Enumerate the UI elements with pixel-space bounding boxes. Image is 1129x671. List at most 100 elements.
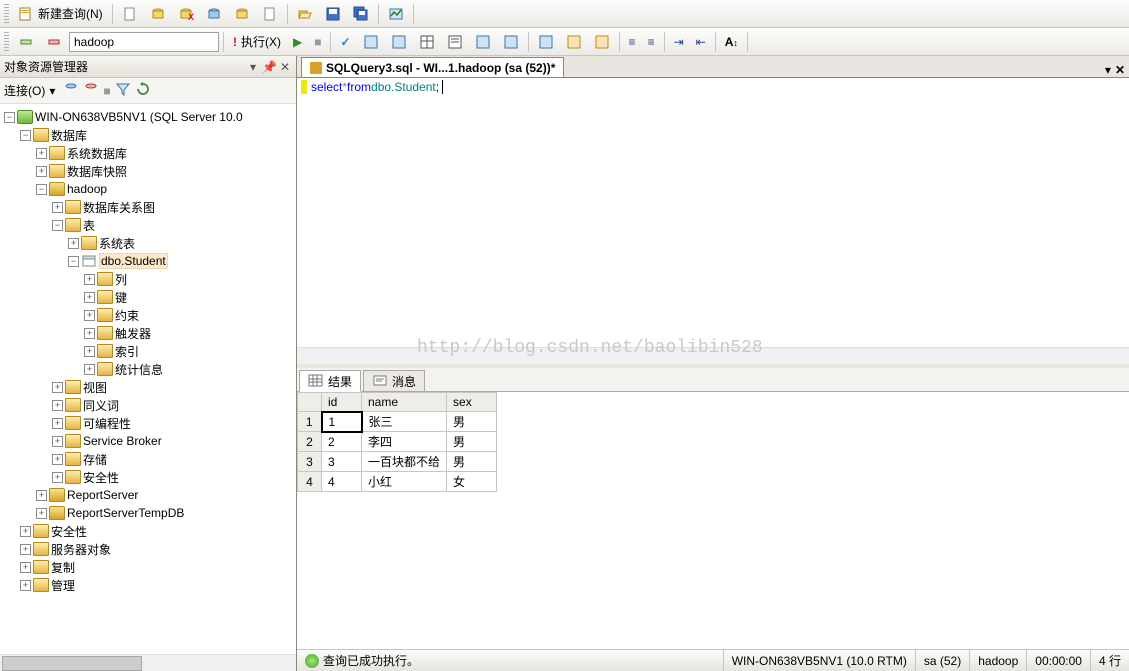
table-row[interactable]: 1 1 张三 男 (298, 412, 497, 432)
execute-button[interactable]: ! 执行(X) (228, 31, 286, 53)
row-number[interactable]: 3 (298, 452, 322, 472)
tb2-btn-8[interactable] (498, 31, 524, 53)
cell-name[interactable]: 李四 (362, 432, 447, 452)
expand-icon[interactable]: + (20, 526, 31, 537)
stats-node[interactable]: +统计信息 (82, 360, 294, 378)
collapse-icon[interactable]: − (20, 130, 31, 141)
constraints-node[interactable]: +约束 (82, 306, 294, 324)
cell-sex[interactable]: 男 (447, 452, 497, 472)
expand-icon[interactable]: + (52, 382, 63, 393)
expand-icon[interactable]: + (84, 274, 95, 285)
oe-btn-3[interactable]: ■ (103, 84, 110, 98)
replication-node[interactable]: +复制 (18, 558, 294, 576)
reportservertemp-node[interactable]: +ReportServerTempDB (34, 504, 294, 522)
oe-btn-5[interactable] (135, 81, 151, 100)
outdent-button[interactable]: ⇤ (691, 31, 711, 53)
uncomment-button[interactable]: ≡ (643, 31, 660, 53)
expand-icon[interactable]: + (36, 508, 47, 519)
oe-btn-2[interactable] (83, 81, 99, 100)
col-header-id[interactable]: id (322, 393, 362, 412)
expand-icon[interactable]: + (52, 202, 63, 213)
row-number[interactable]: 2 (298, 432, 322, 452)
expand-icon[interactable]: + (36, 148, 47, 159)
cell-name[interactable]: 一百块都不给 (362, 452, 447, 472)
expand-icon[interactable]: + (36, 490, 47, 501)
dbsnap-node[interactable]: +数据库快照 (34, 162, 294, 180)
collapse-icon[interactable]: − (68, 256, 79, 267)
pin-icon[interactable]: 📌 (262, 60, 276, 74)
expand-icon[interactable]: + (36, 166, 47, 177)
indexes-node[interactable]: +索引 (82, 342, 294, 360)
server-node[interactable]: −WIN-ON638VB5NV1 (SQL Server 10.0 (2, 108, 294, 126)
toolbar-grip[interactable] (4, 4, 9, 24)
tb2-btn-3[interactable] (358, 31, 384, 53)
student-table-node[interactable]: −dbo.Student (66, 252, 294, 270)
tb-btn-6[interactable] (257, 3, 283, 25)
collapse-icon[interactable]: − (4, 112, 15, 123)
tb-btn-5[interactable] (229, 3, 255, 25)
parse-button[interactable]: ✓ (335, 31, 355, 53)
management-node[interactable]: +管理 (18, 576, 294, 594)
specify-values-button[interactable]: A↕ (720, 31, 743, 53)
scrollbar-thumb[interactable] (2, 656, 142, 671)
collapse-icon[interactable]: − (52, 220, 63, 231)
servicebroker-node[interactable]: +Service Broker (50, 432, 294, 450)
systables-node[interactable]: +系统表 (66, 234, 294, 252)
comment-button[interactable]: ≡ (624, 31, 641, 53)
hadoop-db-node[interactable]: −hadoop (34, 180, 294, 198)
new-query-button[interactable]: 新建查询(N) (13, 3, 108, 25)
programmability-node[interactable]: +可编程性 (50, 414, 294, 432)
expand-icon[interactable]: + (52, 418, 63, 429)
cell-id[interactable]: 2 (322, 432, 362, 452)
databases-node[interactable]: −数据库 (18, 126, 294, 144)
synonyms-node[interactable]: +同义词 (50, 396, 294, 414)
expand-icon[interactable]: + (20, 562, 31, 573)
sql-editor[interactable]: select * from dbo.Student; http://blog.c… (297, 78, 1129, 368)
expand-icon[interactable]: + (68, 238, 79, 249)
tb2-btn-1[interactable] (13, 31, 39, 53)
expand-icon[interactable]: + (84, 346, 95, 357)
tb2-btn-11[interactable] (589, 31, 615, 53)
database-combo[interactable]: hadoop (69, 32, 219, 52)
results-grid[interactable]: id name sex 1 1 张三 男2 2 李四 男3 3 一百块都不给 男… (297, 392, 1129, 649)
table-row[interactable]: 2 2 李四 男 (298, 432, 497, 452)
cell-sex[interactable]: 男 (447, 412, 497, 432)
expand-icon[interactable]: + (84, 292, 95, 303)
connect-label[interactable]: 连接(O) (4, 82, 45, 99)
cell-id[interactable]: 4 (322, 472, 362, 492)
collapse-icon[interactable]: − (36, 184, 47, 195)
tab-dropdown-icon[interactable]: ▾ (1105, 63, 1111, 77)
security-db-node[interactable]: +安全性 (50, 468, 294, 486)
tab-close-icon[interactable]: ✕ (1115, 63, 1125, 77)
results-tab[interactable]: 结果 (299, 370, 361, 392)
views-node[interactable]: +视图 (50, 378, 294, 396)
serverobjects-node[interactable]: +服务器对象 (18, 540, 294, 558)
cell-id[interactable]: 3 (322, 452, 362, 472)
save-all-button[interactable] (348, 3, 374, 25)
row-number[interactable]: 4 (298, 472, 322, 492)
cell-sex[interactable]: 男 (447, 432, 497, 452)
tb-btn-3[interactable]: x (173, 3, 199, 25)
toolbar-grip-2[interactable] (4, 32, 9, 52)
col-header-sex[interactable]: sex (447, 393, 497, 412)
table-row[interactable]: 4 4 小红 女 (298, 472, 497, 492)
sysdb-node[interactable]: +系统数据库 (34, 144, 294, 162)
tb2-btn-4[interactable] (386, 31, 412, 53)
keys-node[interactable]: +键 (82, 288, 294, 306)
table-row[interactable]: 3 3 一百块都不给 男 (298, 452, 497, 472)
col-header-name[interactable]: name (362, 393, 447, 412)
tb-btn-2[interactable] (145, 3, 171, 25)
cell-id[interactable]: 1 (322, 412, 362, 432)
tb2-btn-9[interactable] (533, 31, 559, 53)
indent-button[interactable]: ⇥ (669, 31, 689, 53)
expand-icon[interactable]: + (84, 328, 95, 339)
expand-icon[interactable]: + (52, 400, 63, 411)
reportserver-node[interactable]: +ReportServer (34, 486, 294, 504)
explorer-h-scrollbar[interactable] (0, 654, 296, 671)
tb2-btn-6[interactable] (442, 31, 468, 53)
tb2-btn-5[interactable] (414, 31, 440, 53)
messages-tab[interactable]: 消息 (363, 370, 425, 392)
expand-icon[interactable]: + (84, 310, 95, 321)
open-button[interactable] (292, 3, 318, 25)
row-number[interactable]: 1 (298, 412, 322, 432)
